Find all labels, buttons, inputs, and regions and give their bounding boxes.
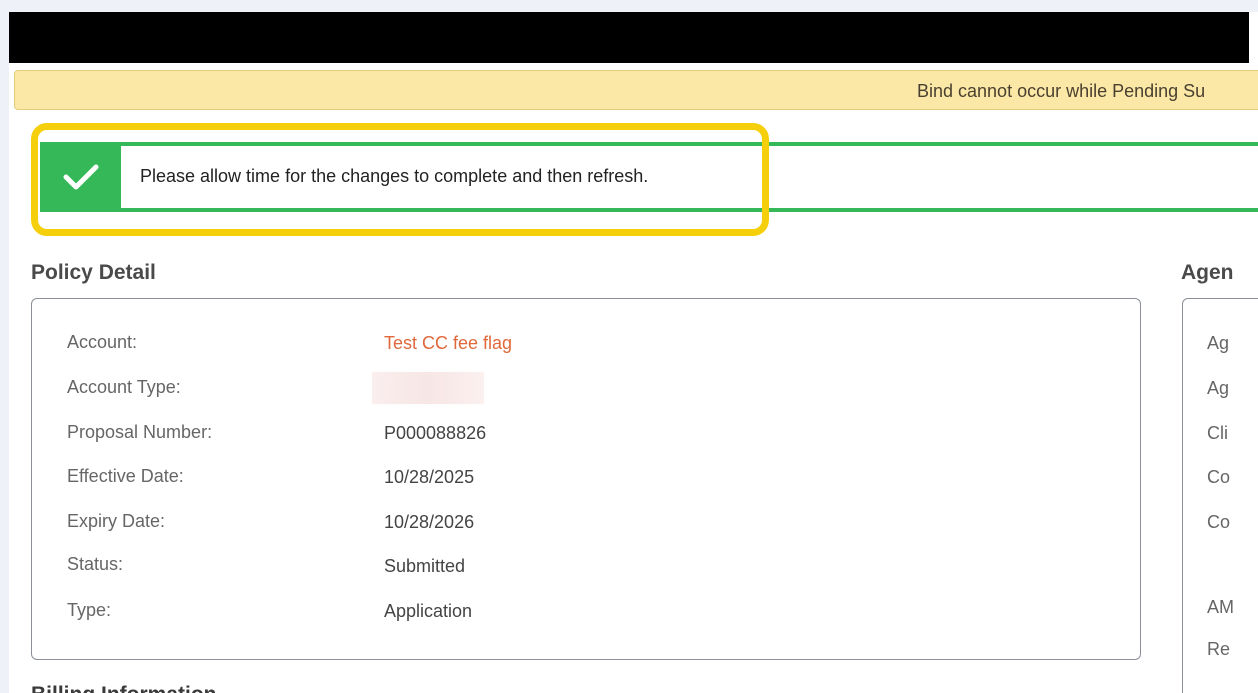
- type-label: Type:: [67, 600, 112, 620]
- effective-date-label: Effective Date:: [67, 466, 184, 486]
- account-label: Account:: [67, 332, 138, 352]
- type-value: Application: [384, 601, 473, 621]
- top-bar: [9, 12, 1249, 63]
- agent-label-6: AM: [1207, 597, 1234, 617]
- page: Bind cannot occur while Pending Su Pleas…: [9, 12, 1258, 693]
- warning-banner: Bind cannot occur while Pending Su: [14, 70, 1258, 110]
- warning-text: Bind cannot occur while Pending Su: [917, 81, 1206, 101]
- success-message: Please allow time for the changes to com…: [140, 166, 649, 186]
- agent-label-2: Ag: [1207, 378, 1230, 398]
- account-link[interactable]: Test CC fee flag: [384, 333, 512, 354]
- success-banner: Please allow time for the changes to com…: [40, 142, 1258, 212]
- expiry-date-value: 10/28/2026: [384, 512, 475, 532]
- status-value: Submitted: [384, 556, 466, 576]
- proposal-number-value: P000088826: [384, 423, 487, 443]
- agent-label-5: Co: [1207, 512, 1231, 532]
- agent-panel-card: Ag Ag Cli Co Co AM Re: [1182, 298, 1258, 693]
- policy-detail-title: Policy Detail: [31, 261, 156, 284]
- policy-detail-card: Account: Test CC fee flag Account Type: …: [31, 298, 1141, 660]
- agent-panel-title: Agen: [1181, 261, 1234, 284]
- effective-date-value: 10/28/2025: [384, 467, 475, 487]
- checkmark-icon: [40, 142, 121, 212]
- agent-label-3: Cli: [1207, 423, 1228, 443]
- billing-information-title: Billing Information: [31, 683, 216, 693]
- agent-label-7: Re: [1207, 639, 1231, 659]
- agent-label-1: Ag: [1207, 333, 1230, 353]
- proposal-number-label: Proposal Number:: [67, 422, 213, 442]
- agent-label-4: Co: [1207, 467, 1231, 487]
- account-type-label: Account Type:: [67, 377, 181, 397]
- account-type-value-redacted: [372, 372, 484, 404]
- status-label: Status:: [67, 554, 124, 574]
- expiry-date-label: Expiry Date:: [67, 511, 166, 531]
